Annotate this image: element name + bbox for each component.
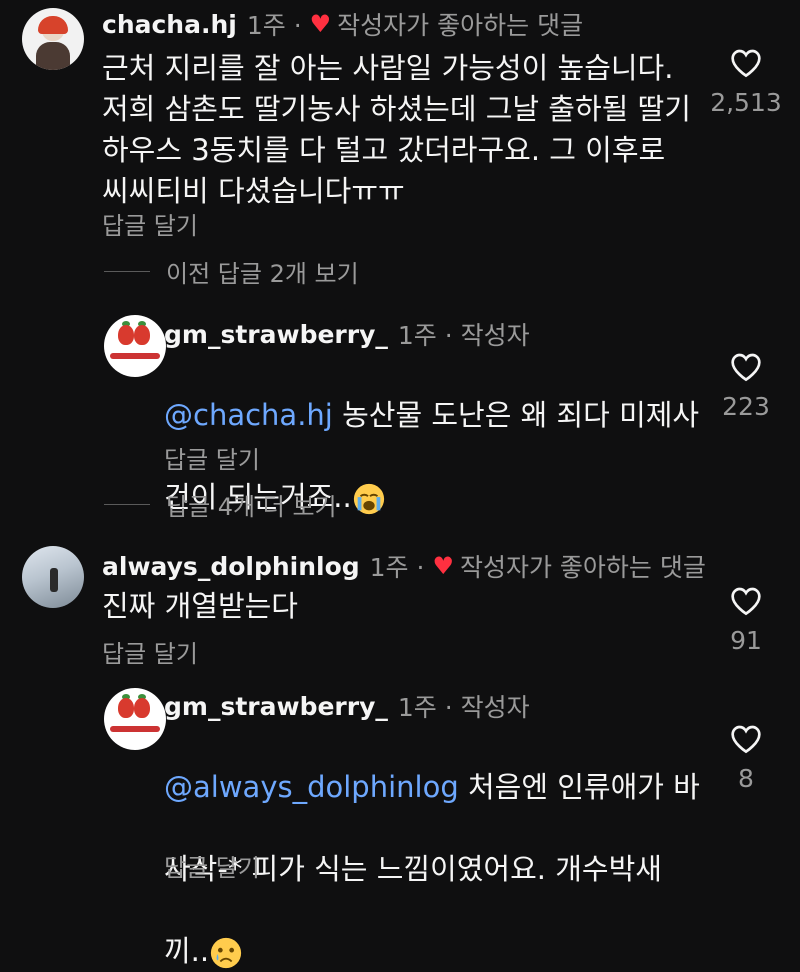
thread-divider <box>104 504 150 505</box>
view-replies-label: 이전 답글 2개 보기 <box>166 260 359 288</box>
heart-outline-icon[interactable] <box>730 724 762 754</box>
heart-outline-icon[interactable] <box>730 352 762 382</box>
view-replies-button[interactable]: 이전 답글 2개 보기 <box>104 254 359 289</box>
avatar[interactable] <box>22 8 84 70</box>
mention-link[interactable]: @chacha.hj <box>164 398 333 432</box>
comment-header: chacha.hj 1주 · ♥ 작성자가 좋아하는 댓글 <box>102 6 583 42</box>
like-count: 2,513 <box>710 88 782 117</box>
like-control[interactable]: 223 <box>706 352 786 421</box>
timestamp-author-label: 1주 · 작성자 <box>397 693 530 722</box>
heart-outline-icon[interactable] <box>730 48 762 78</box>
username[interactable]: gm_strawberry_ <box>164 320 388 349</box>
like-control[interactable]: 8 <box>706 724 786 793</box>
like-count: 223 <box>722 392 770 421</box>
crying-face-emoji <box>211 937 242 969</box>
comment-text: 근처 지리를 잘 아는 사람일 가능성이 높습니다. 저희 삼촌도 딸기농사 하… <box>102 51 691 208</box>
like-count: 91 <box>730 626 762 655</box>
timestamp-author-label: 1주 · 작성자 <box>397 321 530 350</box>
heart-filled-icon: ♥ <box>432 552 454 580</box>
liked-by-author-label: 작성자가 좋아하는 댓글 <box>337 11 584 40</box>
username[interactable]: always_dolphinlog <box>102 552 360 581</box>
comment-header: gm_strawberry_ 1주 · 작성자 <box>164 316 530 352</box>
avatar[interactable] <box>22 546 84 608</box>
liked-by-author-label: 작성자가 좋아하는 댓글 <box>459 553 706 582</box>
like-control[interactable]: 91 <box>706 586 786 655</box>
reply-button[interactable]: 답글 달기 <box>164 848 260 883</box>
like-count: 8 <box>738 764 754 793</box>
timestamp: 1주 · <box>246 11 302 40</box>
view-more-replies-label: 답글 4개 더 보기 <box>166 493 337 521</box>
reply-button[interactable]: 답글 달기 <box>102 206 198 241</box>
username[interactable]: gm_strawberry_ <box>164 692 388 721</box>
avatar[interactable] <box>104 315 166 377</box>
like-control[interactable]: 2,513 <box>706 48 786 117</box>
reply-button[interactable]: 답글 달기 <box>164 440 260 475</box>
comment-text: 진짜 개열받는다 <box>102 589 298 623</box>
loudly-crying-emoji <box>353 483 384 515</box>
mention-link[interactable]: @always_dolphinlog <box>164 770 459 804</box>
thread-divider <box>104 271 150 272</box>
comment-header: gm_strawberry_ 1주 · 작성자 <box>164 688 530 724</box>
heart-filled-icon: ♥ <box>309 10 332 38</box>
timestamp: 1주 · <box>369 553 425 582</box>
reply-button[interactable]: 답글 달기 <box>102 634 198 669</box>
username[interactable]: chacha.hj <box>102 10 237 39</box>
comment-header: always_dolphinlog 1주 · ♥ 작성자가 좋아하는 댓글 <box>102 548 706 584</box>
avatar[interactable] <box>104 688 166 750</box>
heart-outline-icon[interactable] <box>730 586 762 616</box>
view-more-replies-button[interactable]: 답글 4개 더 보기 <box>104 487 337 522</box>
